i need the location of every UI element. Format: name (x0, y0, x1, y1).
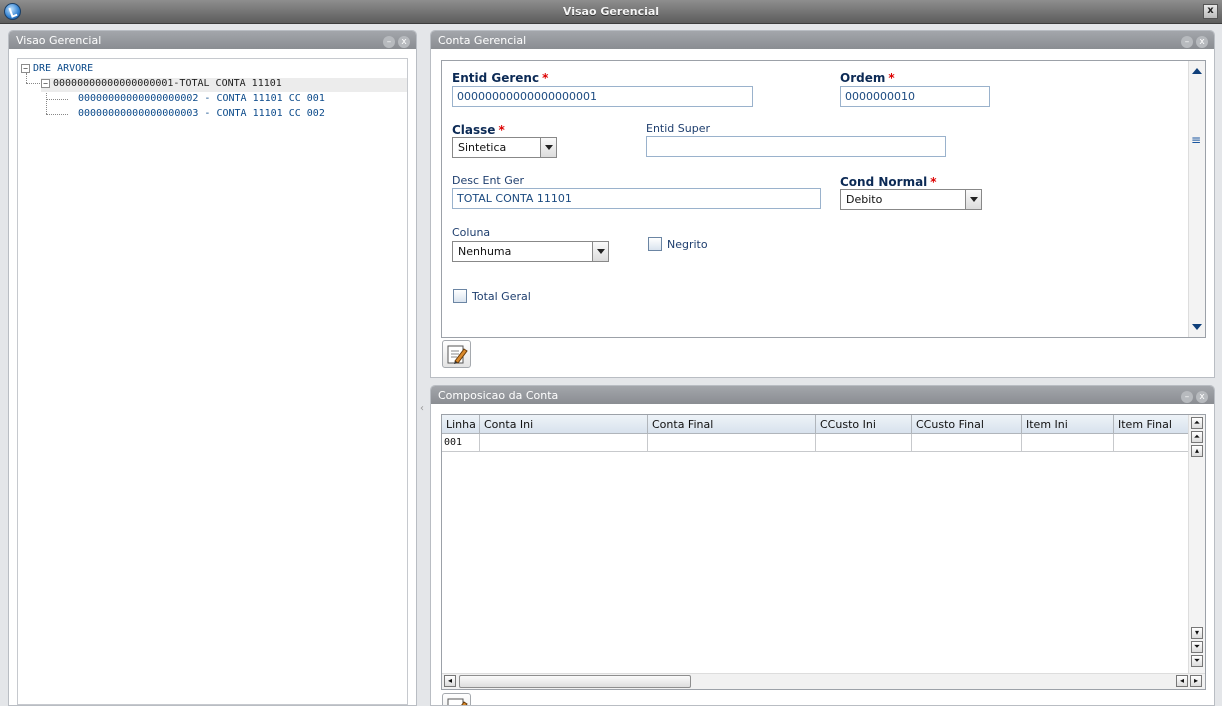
grid-panel-title: Composicao da Conta (438, 389, 559, 402)
table-cell[interactable] (912, 434, 1022, 452)
form-area: Entid Gerenc * 00000000000000000001 Ordem… (441, 60, 1206, 338)
edit-button[interactable] (442, 340, 471, 368)
tree-panel-header: Visao Gerencial – x (9, 31, 416, 49)
close-icon[interactable]: x (1196, 36, 1208, 48)
scroll-bottom-icon[interactable]: ⏷ (1191, 655, 1203, 667)
cond-normal-select[interactable]: Debito (840, 189, 982, 210)
coluna-select[interactable]: Nenhuma (452, 241, 609, 262)
column-header-conta-final[interactable]: Conta Final (648, 415, 816, 434)
grid-panel-header: Composicao da Conta – x (431, 386, 1214, 404)
table-cell[interactable] (1022, 434, 1114, 452)
ordem-label: Ordem * (840, 71, 895, 85)
column-header-ccusto-ini[interactable]: CCusto Ini (816, 415, 912, 434)
total-geral-label: Total Geral (472, 290, 531, 303)
close-icon[interactable]: x (398, 36, 410, 48)
desc-ent-ger-label: Desc Ent Ger (452, 174, 525, 187)
scroll-up-icon[interactable]: ▴ (1191, 445, 1203, 457)
scroll-left-icon[interactable]: ◂ (444, 675, 456, 687)
close-icon[interactable]: x (1196, 391, 1208, 403)
form-panel: Conta Gerencial – x Entid Gerenc * 0000000… (430, 30, 1215, 378)
entid-gerenc-label: Entid Gerenc * (452, 71, 549, 85)
negrito-checkbox[interactable] (648, 237, 662, 251)
entid-gerenc-field[interactable]: 00000000000000000001 (452, 86, 753, 107)
dropdown-arrow-icon[interactable] (540, 138, 556, 157)
coluna-label: Coluna (452, 226, 491, 239)
tree-view[interactable]: − DRE ARVORE −00000000000000000001-TOTAL … (17, 58, 408, 705)
splitter-collapse-icon[interactable]: ‹ (420, 403, 424, 414)
window-title: Visao Gerencial (562, 5, 660, 18)
entid-super-label: Entid Super (646, 122, 710, 135)
minimize-icon[interactable]: – (1181, 36, 1193, 48)
composition-grid[interactable]: Linha Conta Ini Conta Final CCusto Ini C… (441, 414, 1206, 690)
classe-select[interactable]: Sintetica (452, 137, 557, 158)
form-panel-title: Conta Gerencial (438, 34, 527, 47)
collapse-icon[interactable]: − (41, 78, 50, 88)
tree-child-item[interactable]: 00000000000000000002 - CONTA 11101 CC 00… (78, 93, 325, 104)
table-cell[interactable] (1114, 434, 1190, 452)
edit-note-icon (447, 698, 468, 705)
classe-label: Classe * (452, 123, 505, 137)
tree-root[interactable]: − DRE ARVORE (21, 63, 93, 74)
tree-panel: Visao Gerencial – x − DRE ARVORE −00000000… (8, 30, 417, 706)
window-titlebar: Visao Gerencial x (0, 0, 1222, 24)
edit-note-icon (447, 345, 468, 364)
dropdown-arrow-icon[interactable] (965, 190, 981, 209)
desc-ent-ger-field[interactable]: TOTAL CONTA 11101 (452, 188, 821, 209)
table-cell[interactable] (480, 434, 648, 452)
scroll-page-up-icon[interactable]: ⏶ (1191, 431, 1203, 443)
ordem-field[interactable]: 0000000010 (840, 86, 990, 107)
negrito-label: Negrito (667, 238, 708, 251)
tree-node-label: 00000000000000000001-TOTAL CONTA 11101 (53, 78, 282, 89)
scroll-up-icon[interactable] (1192, 68, 1202, 74)
form-vertical-scrollbar[interactable]: ≡ (1188, 61, 1205, 337)
minimize-icon[interactable]: – (383, 36, 395, 48)
scroll-down-icon[interactable] (1192, 324, 1202, 330)
grid-panel: Composicao da Conta – x Linha Conta Ini C… (430, 385, 1215, 706)
form-panel-header: Conta Gerencial – x (431, 31, 1214, 49)
column-header-ccusto-final[interactable]: CCusto Final (912, 415, 1022, 434)
tree-panel-title: Visao Gerencial (16, 34, 102, 47)
minimize-icon[interactable]: – (1181, 391, 1193, 403)
edit-button[interactable] (442, 693, 471, 705)
grid-horizontal-scrollbar[interactable]: ◂ ◂ ▸ (442, 673, 1205, 689)
tree-node-selected[interactable]: −00000000000000000001-TOTAL CONTA 11101 (41, 78, 407, 92)
cond-normal-label: Cond Normal * (840, 175, 937, 189)
scroll-down-icon[interactable]: ▾ (1191, 627, 1203, 639)
table-cell[interactable] (648, 434, 816, 452)
scroll-thumb[interactable] (459, 675, 691, 688)
column-header-item-final[interactable]: Item Final (1114, 415, 1190, 434)
scroll-top-icon[interactable]: ⏶ (1191, 417, 1203, 429)
tree-root-label: DRE ARVORE (33, 63, 94, 74)
tree-child-item[interactable]: 00000000000000000003 - CONTA 11101 CC 00… (78, 108, 325, 119)
grid-vertical-scrollbar[interactable]: ⏶ ⏶ ▴ ▾ ⏷ ⏷ (1188, 415, 1205, 673)
dropdown-arrow-icon[interactable] (592, 242, 608, 261)
scroll-left-icon[interactable]: ◂ (1176, 675, 1188, 687)
scroll-page-down-icon[interactable]: ⏷ (1191, 641, 1203, 653)
entid-super-field[interactable] (646, 136, 946, 157)
table-cell-linha[interactable]: 001 (442, 434, 480, 452)
collapse-icon[interactable]: − (21, 63, 30, 73)
scroll-grip-icon[interactable]: ≡ (1191, 133, 1201, 147)
column-header-linha[interactable]: Linha (442, 415, 480, 434)
table-cell[interactable] (816, 434, 912, 452)
column-header-item-ini[interactable]: Item Ini (1022, 415, 1114, 434)
window-close-button[interactable]: x (1203, 4, 1218, 19)
scroll-right-icon[interactable]: ▸ (1190, 675, 1202, 687)
column-header-conta-ini[interactable]: Conta Ini (480, 415, 648, 434)
total-geral-checkbox[interactable] (453, 289, 467, 303)
